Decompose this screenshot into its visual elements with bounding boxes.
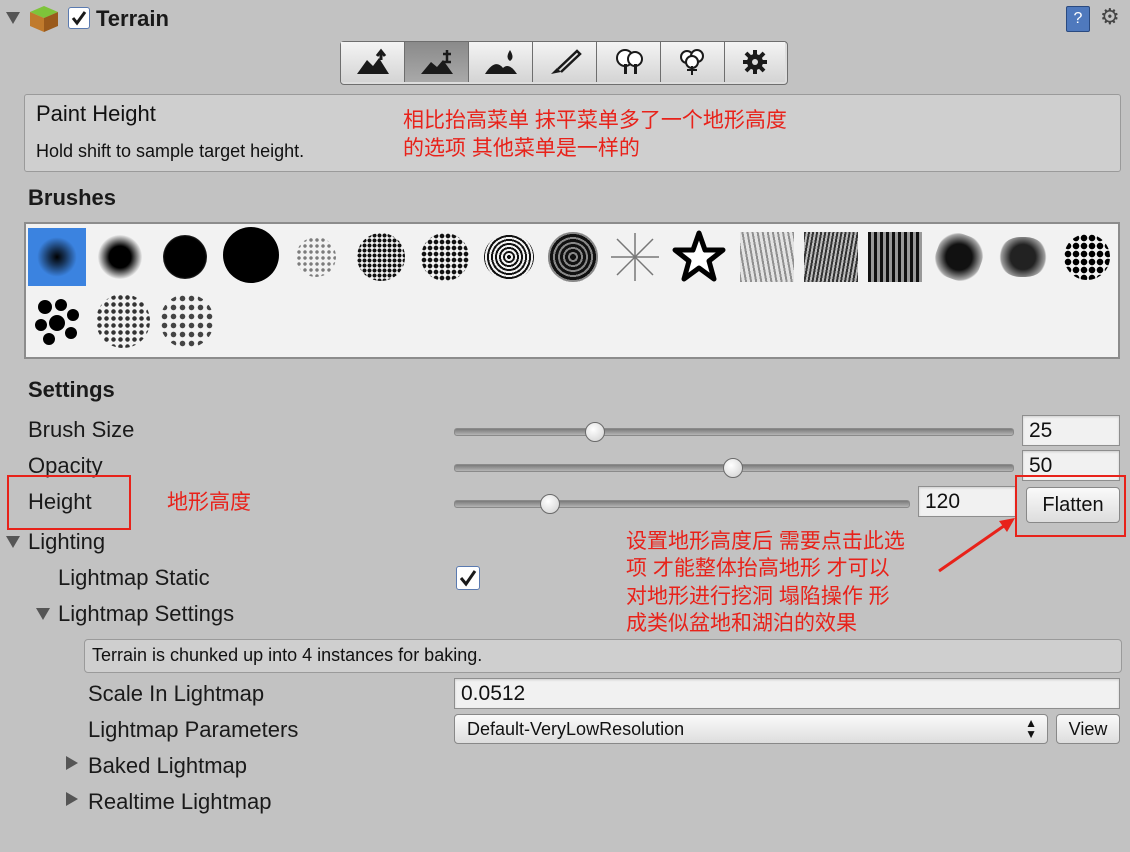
tool-info-hint: Hold shift to sample target height. [36,141,305,161]
tool-smooth-height[interactable] [469,42,533,82]
view-button[interactable]: View [1056,714,1120,744]
realtime-lightmap-foldout-icon[interactable] [66,792,78,806]
lightmap-static-label: Lightmap Static [58,565,210,590]
height-field[interactable]: 120 [918,486,1016,517]
tool-paint-height[interactable] [405,42,469,82]
tool-raise-lower[interactable] [341,42,405,82]
flatten-highlight-box [1015,475,1126,537]
tool-paint-texture[interactable] [533,42,597,82]
brush-starburst[interactable] [606,228,664,286]
help-book-icon[interactable]: ? [1066,6,1090,32]
tree-icon [615,49,643,74]
checkmark-icon [459,570,477,587]
component-title: Terrain [96,6,169,31]
tool-paint-details[interactable] [661,42,725,82]
brush-spatter-1[interactable] [287,228,345,286]
brushes-heading: Brushes [28,185,117,210]
smooth-height-icon [484,50,517,74]
paint-brush-icon [550,49,582,74]
realtime-lightmap-label[interactable]: Realtime Lightmap [88,789,271,815]
annotation-top-line1: 相比抬高菜单 抹平菜单多了一个地形高度 [403,109,787,132]
annotation-height: 地形高度 [167,491,251,514]
brush-size-slider[interactable] [454,428,1014,436]
brush-hard-round-medium[interactable] [156,228,214,286]
terrain-enabled-checkbox[interactable] [68,7,90,29]
paint-height-icon [420,50,453,74]
brush-size-label: Brush Size [28,417,135,442]
annotation-flatten-line1: 设置地形高度后 需要点击此选 [626,530,905,553]
baked-lightmap-label[interactable]: Baked Lightmap [88,753,247,779]
scale-in-lightmap-label: Scale In Lightmap [88,681,265,706]
tool-terrain-settings[interactable] [725,42,785,82]
opacity-slider-thumb[interactable] [723,458,743,478]
flower-icon [679,49,704,75]
brush-scribble[interactable] [480,228,538,286]
height-highlight-box [7,475,131,530]
brush-soft-round[interactable] [91,228,149,286]
lightmap-info-text: Terrain is chunked up into 4 instances f… [92,645,483,665]
tool-info-title: Paint Height [36,101,156,126]
lighting-foldout-icon[interactable] [6,536,20,548]
raise-terrain-icon [356,48,389,74]
brush-hard-round-large[interactable] [222,226,280,284]
brush-texture-2[interactable] [802,228,860,286]
brush-pebbles-light[interactable] [158,292,216,350]
dropdown-arrows-icon: ▲ ▼ [1025,716,1037,741]
tool-place-trees[interactable] [597,42,661,82]
baked-lightmap-foldout-icon[interactable] [66,756,78,770]
brush-smudge[interactable] [994,228,1052,286]
brush-rings[interactable] [544,228,602,286]
annotation-flatten-line2: 项 才能整体抬高地形 才可以 [626,557,890,580]
brush-pebbles[interactable] [28,292,86,350]
settings-gear-icon [743,50,767,74]
brush-splatter-dark[interactable] [929,227,989,287]
brush-blotches[interactable] [1058,228,1116,286]
height-slider-thumb[interactable] [540,494,560,514]
lightmap-parameters-label: Lightmap Parameters [88,717,299,742]
lightmap-parameters-value: Default-VeryLowResolution [467,718,685,739]
brush-soft-round-small[interactable] [28,228,86,286]
scale-in-lightmap-field[interactable]: 0.0512 [454,678,1120,709]
brush-star[interactable] [670,228,728,286]
brush-pebbles-speckled[interactable] [94,292,152,350]
annotation-flatten-line4: 成类似盆地和湖泊的效果 [626,612,857,635]
lightmap-static-checkbox[interactable] [456,566,480,590]
annotation-top-line2: 的选项 其他菜单是一样的 [403,137,640,160]
brush-texture-1[interactable] [738,228,796,286]
lighting-heading[interactable]: Lighting [28,529,105,555]
lightmap-settings-label[interactable]: Lightmap Settings [58,601,234,627]
settings-heading: Settings [28,377,115,402]
brush-spatter-2[interactable] [352,228,410,286]
brush-size-field[interactable]: 25 [1022,415,1120,446]
lightmap-settings-foldout-icon[interactable] [36,608,50,620]
annotation-arrow-icon [938,518,1015,573]
brush-spatter-3[interactable] [416,228,474,286]
foldout-arrow-icon[interactable] [6,12,20,24]
terrain-cube-icon [28,4,60,34]
annotation-flatten-line3: 对地形进行挖洞 塌陷操作 形 [626,585,890,608]
brush-size-slider-thumb[interactable] [585,422,605,442]
brush-texture-3[interactable] [866,228,924,286]
lightmap-parameters-dropdown[interactable]: Default-VeryLowResolution ▲ ▼ [454,714,1048,744]
gear-icon[interactable]: ⚙ [1100,4,1120,30]
height-slider[interactable] [454,500,910,508]
